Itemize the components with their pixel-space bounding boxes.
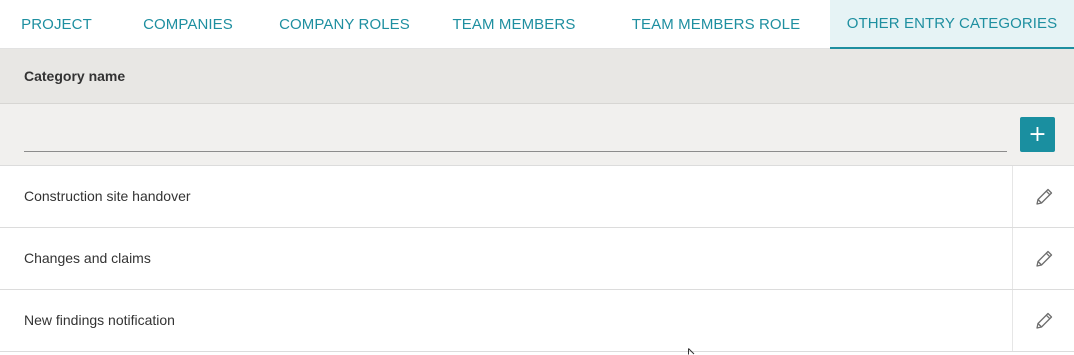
tab-project[interactable]: PROJECT [0,0,113,48]
column-header-category-name: Category name [24,68,126,84]
pencil-icon [1035,312,1052,329]
tab-team-members[interactable]: TEAM MEMBERS [426,0,602,48]
table-row: New findings notification [0,290,1074,352]
pencil-icon [1035,188,1052,205]
pencil-icon [1035,250,1052,267]
category-name: Changes and claims [24,250,151,266]
edit-button[interactable] [1012,228,1074,289]
tab-companies[interactable]: COMPANIES [113,0,263,48]
tab-team-members-role[interactable]: TEAM MEMBERS ROLE [602,0,830,48]
tab-bar: PROJECT COMPANIES COMPANY ROLES TEAM MEM… [0,0,1074,49]
table-row: Changes and claims [0,228,1074,290]
category-name: New findings notification [24,312,175,328]
new-category-input[interactable] [24,128,1007,152]
tab-company-roles[interactable]: COMPANY ROLES [263,0,426,48]
category-name: Construction site handover [24,188,191,204]
mouse-cursor-icon [688,348,695,355]
add-category-button[interactable]: + [1020,117,1055,152]
table-header: Category name [0,49,1074,104]
table-row: Construction site handover [0,166,1074,228]
edit-button[interactable] [1012,290,1074,351]
tab-other-entry-categories[interactable]: OTHER ENTRY CATEGORIES [830,0,1074,49]
edit-button[interactable] [1012,166,1074,227]
new-category-row: + [0,104,1074,166]
